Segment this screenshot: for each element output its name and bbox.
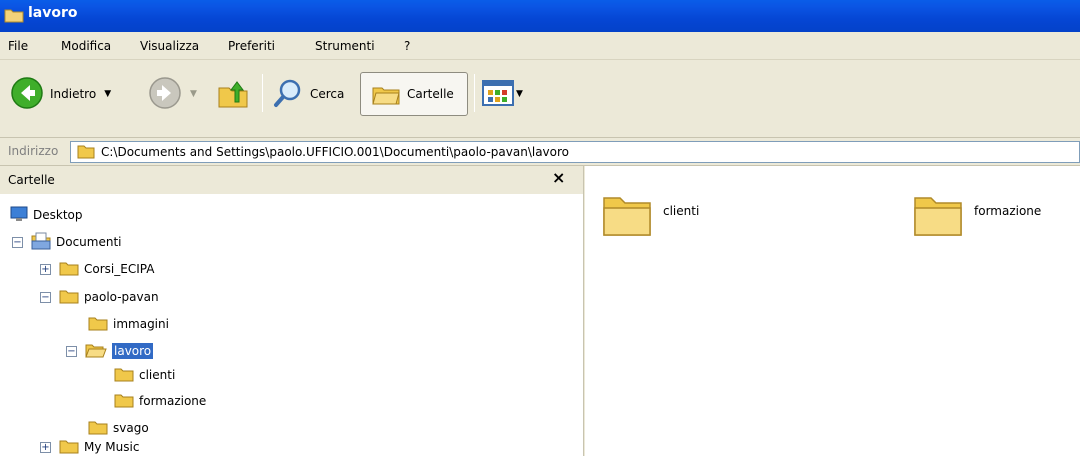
folder-tree-title: Cartelle (8, 173, 55, 187)
address-label: Indirizzo (8, 144, 59, 158)
tree-item-label: formazione (139, 394, 207, 408)
tree-item-label: svago (113, 421, 149, 435)
tree-item-label: Desktop (33, 208, 83, 222)
tree-item-label: My Music (84, 440, 140, 454)
forward-arrow-icon (148, 76, 182, 113)
tree-item-formazione[interactable]: formazione (114, 390, 206, 412)
folders-label: Cartelle (407, 87, 454, 101)
menu-modifica[interactable]: Modifica (61, 38, 111, 54)
folder-icon (77, 143, 95, 162)
collapse-icon[interactable]: − (40, 291, 51, 303)
back-arrow-icon (10, 76, 44, 113)
content-item-clienti[interactable]: clienti (601, 188, 699, 243)
content-item-formazione[interactable]: formazione (912, 188, 1041, 243)
close-icon[interactable]: × (552, 168, 565, 187)
tree-item-svago[interactable]: svago (88, 417, 149, 439)
folder-icon (59, 288, 79, 307)
menu-preferiti[interactable]: Preferiti (228, 38, 275, 54)
tree-item-label: clienti (139, 368, 176, 382)
expand-icon[interactable]: + (40, 441, 51, 453)
forward-button[interactable]: ▼ (148, 72, 197, 116)
menu-strumenti[interactable]: Strumenti (315, 38, 375, 54)
documents-icon (31, 232, 51, 253)
tree-item-label-selected: lavoro (112, 343, 154, 359)
search-label: Cerca (310, 87, 345, 101)
tree-item-documenti[interactable]: − Documenti (12, 231, 122, 253)
expand-icon[interactable]: + (40, 263, 51, 275)
menu-file[interactable]: File (8, 38, 28, 54)
toolbar: Indietro ▼ ▼ Cerca Cartelle ▼ (0, 60, 1080, 138)
toolbar-separator (474, 74, 475, 112)
views-icon (482, 79, 514, 110)
folder-icon (88, 419, 108, 438)
back-button[interactable]: Indietro ▼ (10, 72, 111, 116)
window-title: lavoro (28, 5, 78, 21)
tree-item-label: paolo-pavan (84, 290, 159, 304)
back-dropdown-icon[interactable]: ▼ (104, 89, 111, 99)
folder-open-icon (85, 342, 107, 361)
address-input[interactable]: C:\Documents and Settings\paolo.UFFICIO.… (70, 141, 1080, 163)
tree-item-lavoro[interactable]: − lavoro (66, 340, 154, 362)
tree-item-my-music[interactable]: + My Music (40, 438, 139, 456)
content-item-label: formazione (974, 204, 1042, 218)
tree-item-label: Documenti (56, 235, 122, 249)
folder-icon (114, 392, 134, 411)
folder-icon (59, 438, 79, 456)
desktop-icon (10, 205, 28, 226)
menu-help[interactable]: ? (404, 38, 410, 54)
menu-bar: File Modifica Visualizza Preferiti Strum… (0, 32, 1080, 60)
folder-large-icon (912, 188, 964, 243)
folder-content-panel: clienti formazione (585, 166, 1080, 456)
address-bar: Indirizzo C:\Documents and Settings\paol… (0, 138, 1080, 166)
search-button[interactable]: Cerca (272, 72, 344, 116)
folder-window-icon (4, 5, 24, 27)
address-path: C:\Documents and Settings\paolo.UFFICIO.… (101, 145, 570, 159)
tree-item-clienti[interactable]: clienti (114, 364, 175, 386)
tree-item-paolo-pavan[interactable]: − paolo-pavan (40, 286, 159, 308)
tree-item-desktop[interactable]: Desktop (10, 204, 83, 226)
toolbar-separator (262, 74, 263, 112)
tree-item-label: Corsi_ECIPA (84, 262, 155, 276)
search-icon (272, 77, 304, 112)
collapse-icon[interactable]: − (66, 345, 77, 357)
tree-item-immagini[interactable]: immagini (88, 313, 169, 335)
folder-tree-header: Cartelle × (0, 166, 583, 194)
folders-icon (371, 78, 401, 111)
up-folder-button[interactable] (216, 72, 250, 116)
content-item-label: clienti (663, 204, 700, 218)
folder-tree-panel: Cartelle × Desktop − Documenti + Corsi_E… (0, 166, 584, 456)
collapse-icon[interactable]: − (12, 236, 23, 248)
folder-icon (59, 260, 79, 279)
folder-icon (88, 315, 108, 334)
folder-up-icon (216, 76, 250, 113)
back-label: Indietro (50, 87, 97, 101)
menu-visualizza[interactable]: Visualizza (140, 38, 199, 54)
tree-item-corsi-ecipa[interactable]: + Corsi_ECIPA (40, 258, 154, 280)
folder-icon (114, 366, 134, 385)
title-bar[interactable]: lavoro (0, 0, 1080, 32)
folders-button[interactable]: Cartelle (360, 72, 468, 116)
views-button[interactable]: ▼ (482, 72, 523, 116)
forward-dropdown-icon[interactable]: ▼ (190, 89, 197, 99)
views-dropdown-icon[interactable]: ▼ (516, 89, 523, 99)
folder-large-icon (601, 188, 653, 243)
tree-item-label: immagini (113, 317, 169, 331)
